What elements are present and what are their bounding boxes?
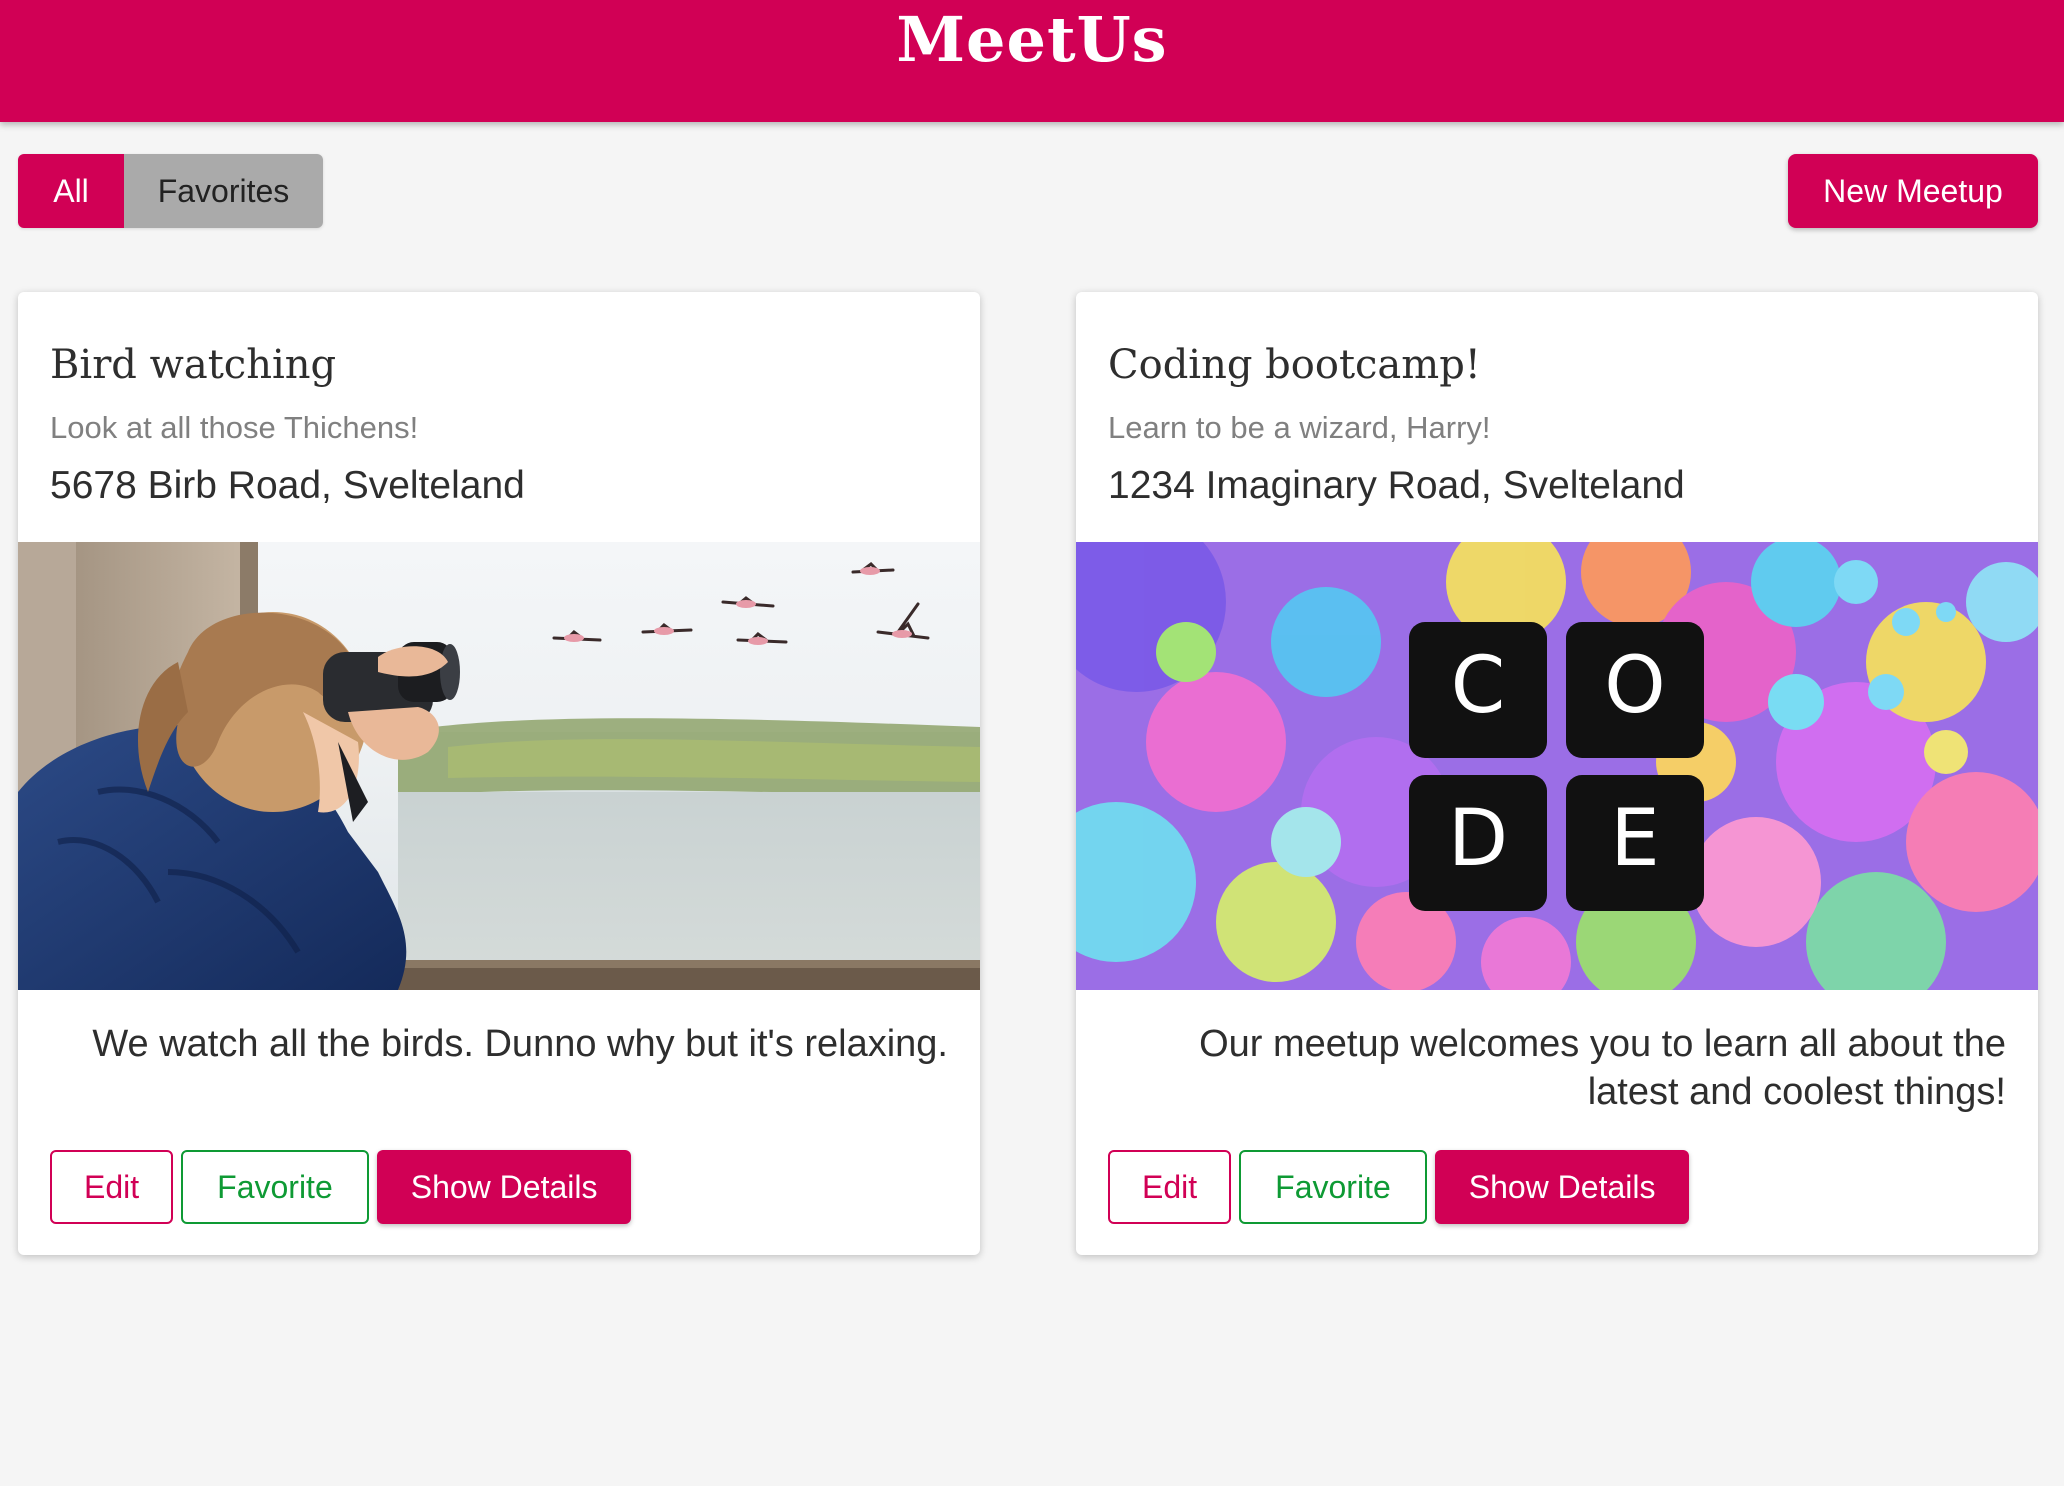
meetup-card: Bird watching Look at all those Thichens… <box>18 292 980 1255</box>
meetup-subtitle: Look at all those Thichens! <box>50 410 419 445</box>
code-letter-o: O <box>1604 641 1665 731</box>
app-title: MeetUs <box>896 2 1168 76</box>
show-details-button[interactable]: Show Details <box>1434 1150 1690 1224</box>
meetup-title: Coding bootcamp! <box>1108 342 1481 388</box>
meetup-description: Our meetup welcomes you to learn all abo… <box>1199 1023 2006 1113</box>
favorite-button[interactable]: Favorite <box>181 1150 369 1224</box>
favorite-button[interactable]: Favorite <box>1239 1150 1427 1224</box>
edit-button[interactable]: Edit <box>50 1150 174 1224</box>
meetup-image <box>18 542 980 990</box>
meetup-address: 5678 Birb Road, Svelteland <box>50 464 525 507</box>
filter-toggle: All Favorites <box>18 154 323 228</box>
meetup-actions: Edit Favorite Show Details <box>1108 1150 1690 1224</box>
code-letter-e: E <box>1610 794 1659 884</box>
meetup-title: Bird watching <box>50 342 337 388</box>
meetup-image: C O D E <box>1076 542 2038 990</box>
new-meetup-button[interactable]: New Meetup <box>1788 154 2038 228</box>
meetup-address: 1234 Imaginary Road, Svelteland <box>1108 464 1685 507</box>
app-header: MeetUs <box>0 0 2064 122</box>
edit-button[interactable]: Edit <box>1108 1150 1232 1224</box>
filter-all-button[interactable]: All <box>18 154 124 228</box>
meetup-card: Coding bootcamp! Learn to be a wizard, H… <box>1076 292 2038 1255</box>
meetup-subtitle: Learn to be a wizard, Harry! <box>1108 410 1491 445</box>
show-details-button[interactable]: Show Details <box>376 1150 632 1224</box>
meetup-description: We watch all the birds. Dunno why but it… <box>92 1023 948 1065</box>
code-letter-c: C <box>1451 641 1505 731</box>
meetup-actions: Edit Favorite Show Details <box>50 1150 632 1224</box>
code-letter-d: D <box>1448 794 1508 884</box>
filter-favorites-button[interactable]: Favorites <box>124 154 323 228</box>
